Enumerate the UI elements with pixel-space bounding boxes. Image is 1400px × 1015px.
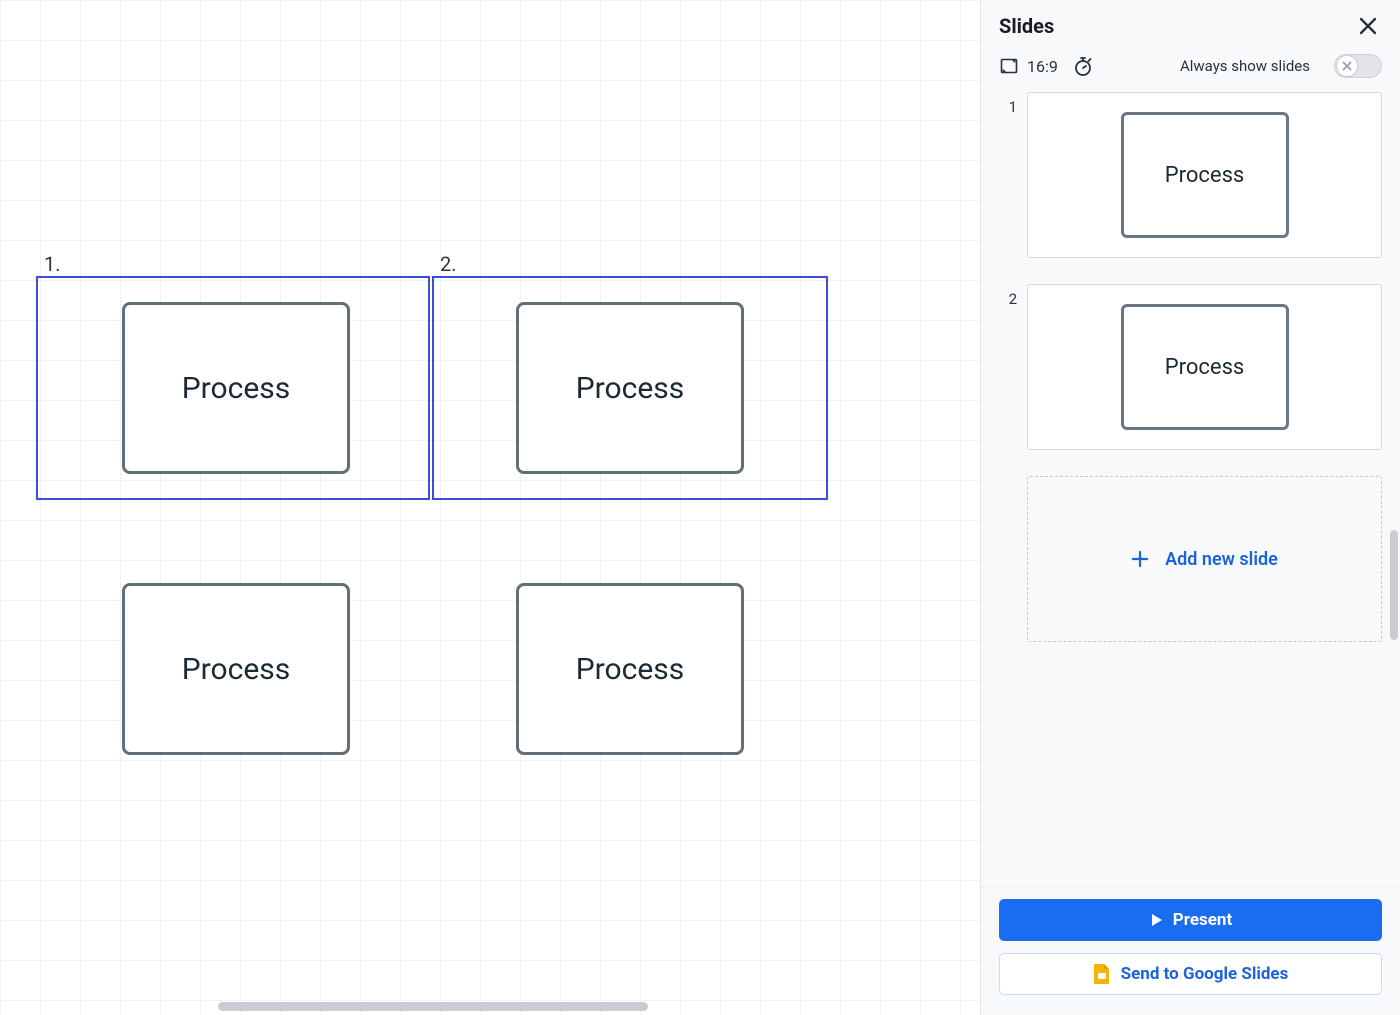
add-slide-label: Add new slide — [1165, 549, 1278, 570]
slide-number: 2 — [999, 284, 1017, 308]
google-slides-label: Send to Google Slides — [1121, 964, 1289, 984]
slide-thumbnail-2[interactable]: Process — [1027, 284, 1382, 450]
canvas-grid[interactable]: 1. Process 2. Process Process Process — [0, 0, 980, 1015]
horizontal-scrollbar-track[interactable] — [0, 997, 980, 1015]
x-icon — [1342, 61, 1352, 71]
shape-label: Process — [576, 371, 685, 406]
thumbnail-shape: Process — [1121, 112, 1289, 238]
panel-title: Slides — [999, 14, 1054, 38]
process-shape[interactable]: Process — [122, 583, 350, 755]
present-label: Present — [1173, 910, 1232, 930]
close-panel-button[interactable] — [1354, 12, 1382, 40]
canvas-area[interactable]: 1. Process 2. Process Process Process — [0, 0, 980, 1015]
present-button[interactable]: Present — [999, 899, 1382, 941]
stopwatch-icon — [1072, 55, 1094, 77]
google-slides-icon — [1093, 963, 1111, 985]
aspect-ratio-button[interactable]: 16:9 — [999, 56, 1058, 76]
process-shape[interactable]: Process — [122, 302, 350, 474]
plus-icon — [1131, 550, 1149, 568]
slide-thumbnail-row: 1 Process — [999, 92, 1382, 258]
frame-label: 1. — [44, 252, 61, 276]
panel-footer: Present Send to Google Slides — [981, 886, 1400, 1015]
aspect-ratio-label: 16:9 — [1027, 57, 1058, 76]
aspect-ratio-icon — [999, 56, 1019, 76]
thumbnail-shape: Process — [1121, 304, 1289, 430]
always-show-slides-toggle[interactable] — [1334, 54, 1382, 78]
shape-label: Process — [576, 652, 685, 687]
process-shape[interactable]: Process — [516, 302, 744, 474]
slides-list[interactable]: 1 Process 2 Process A — [981, 92, 1400, 886]
slide-thumbnail-1[interactable]: Process — [1027, 92, 1382, 258]
slide-number: 1 — [999, 92, 1017, 116]
panel-scrollbar-thumb[interactable] — [1390, 530, 1398, 640]
toggle-knob — [1336, 55, 1358, 77]
slides-panel: Slides 16:9 Always show slides — [980, 0, 1400, 1015]
frame-label: 2. — [440, 252, 457, 276]
play-icon — [1149, 913, 1163, 927]
process-shape[interactable]: Process — [516, 583, 744, 755]
always-show-slides-label: Always show slides — [1180, 57, 1310, 75]
panel-header: Slides — [981, 0, 1400, 50]
shape-label: Process — [182, 371, 291, 406]
close-icon — [1359, 17, 1377, 35]
app-root: 1. Process 2. Process Process Process — [0, 0, 1400, 1015]
add-new-slide-button[interactable]: Add new slide — [1027, 476, 1382, 642]
slide-timer-button[interactable] — [1072, 55, 1094, 77]
shape-label: Process — [182, 652, 291, 687]
thumbnail-shape-label: Process — [1165, 163, 1245, 188]
panel-toolbar: 16:9 Always show slides — [981, 50, 1400, 92]
thumbnail-shape-label: Process — [1165, 355, 1245, 380]
send-to-google-slides-button[interactable]: Send to Google Slides — [999, 953, 1382, 995]
slide-thumbnail-row: 2 Process — [999, 284, 1382, 450]
horizontal-scrollbar-thumb[interactable] — [218, 1002, 648, 1011]
